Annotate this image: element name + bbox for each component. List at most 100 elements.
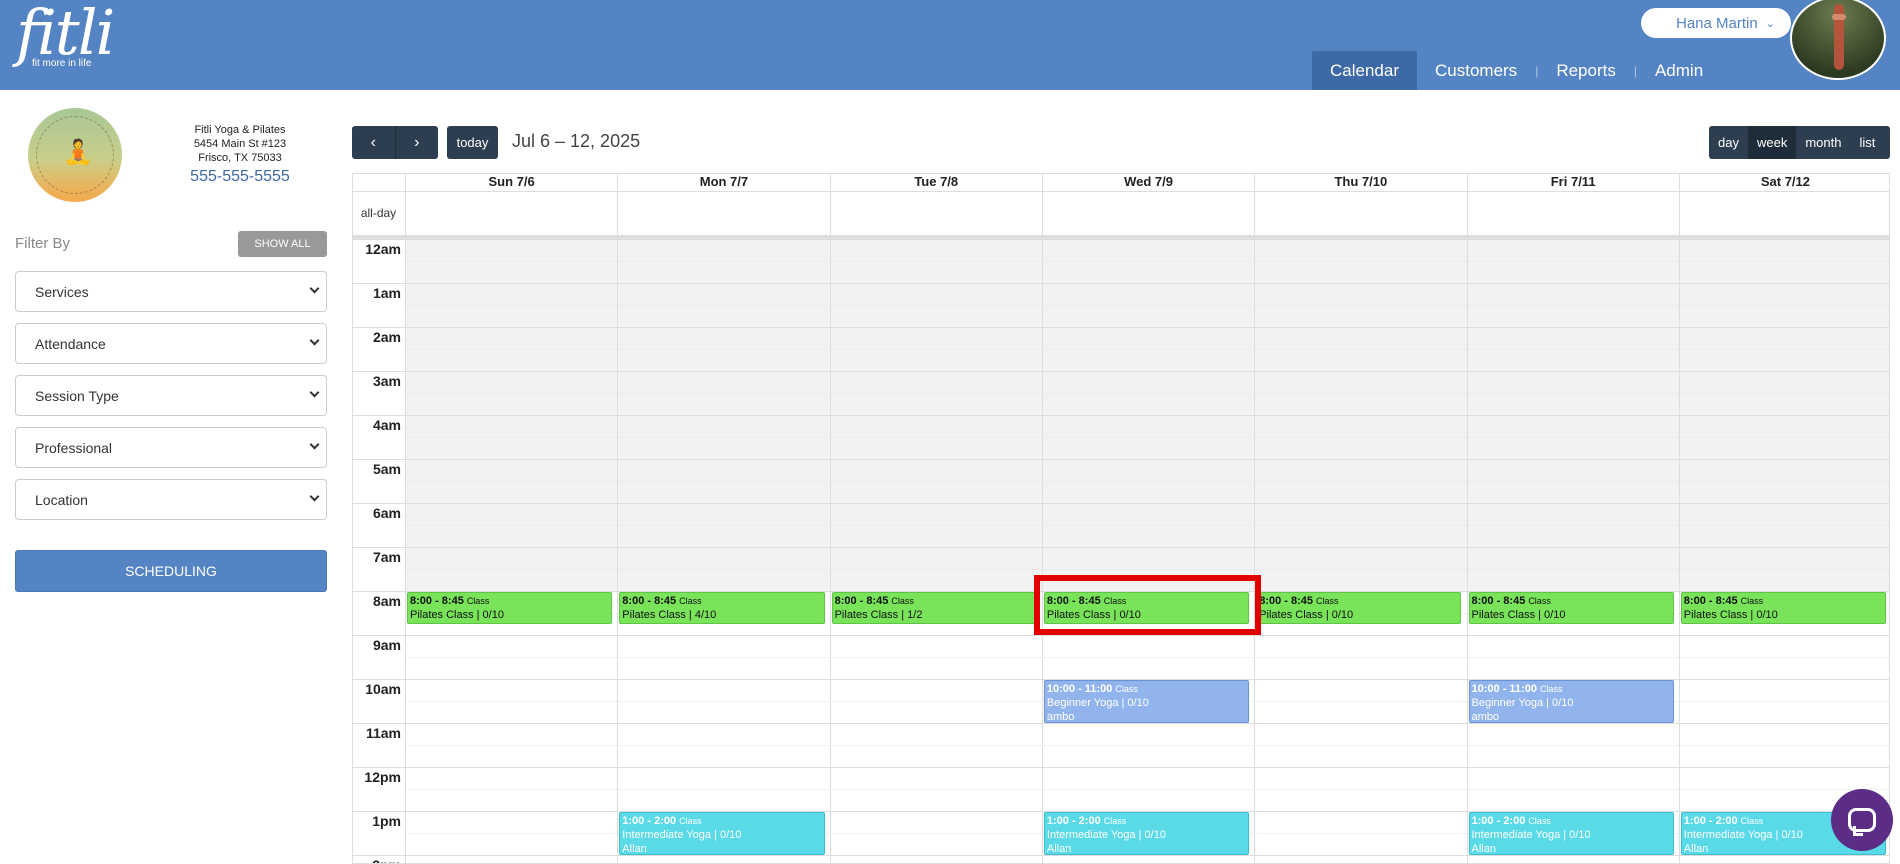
calendar-event[interactable]: 8:00 - 8:45 Class Pilates Class | 4/10 — [619, 592, 825, 624]
event-instructor: ambo — [1471, 711, 1500, 723]
calendar-event[interactable]: 1:00 - 2:00 Class Intermediate Yoga | 0/10… — [1043, 812, 1250, 855]
calendar-event[interactable]: 1:00 - 2:00 Class Intermediate Yoga | 0/10… — [619, 812, 825, 855]
services-select[interactable]: Services — [15, 271, 327, 312]
event-instructor: Allan — [622, 843, 647, 855]
event-kind: Class — [1528, 596, 1551, 606]
day-header[interactable]: Wed 7/9 — [1041, 174, 1254, 191]
prev-week-button[interactable]: ‹ — [352, 126, 395, 159]
all-day-label: all-day — [360, 206, 397, 220]
time-slot-label: 9am — [372, 637, 401, 653]
chat-support-button[interactable] — [1831, 789, 1893, 851]
day-header[interactable]: Tue 7/8 — [829, 174, 1042, 191]
calendar-event[interactable]: 8:00 - 8:45 Class Pilates Class | 0/10 — [1468, 592, 1674, 624]
calendar-event[interactable]: 10:00 - 11:00 Class Beginner Yoga | 0/10 am… — [1043, 680, 1250, 723]
logo-wordmark: fitli — [16, 0, 115, 69]
event-time: 8:00 - 8:45 — [622, 595, 677, 607]
nav-admin[interactable]: Admin — [1637, 51, 1721, 90]
event-time: 8:00 - 8:45 — [1683, 595, 1738, 607]
time-slot-label: 2pm — [353, 857, 401, 863]
event-title: Intermediate Yoga | 0/10 — [1471, 829, 1591, 841]
calendar-event[interactable]: 8:00 - 8:45 Class Pilates Class | 1/2 — [831, 592, 1037, 624]
calendar-event[interactable]: 10:00 - 11:00 Class Beginner Yoga | 0/10 am… — [1468, 680, 1674, 723]
event-kind: Class — [1740, 596, 1764, 606]
time-slot-label: 8am — [372, 593, 401, 609]
event-instructor: Allan — [1046, 843, 1072, 855]
event-time: 1:00 - 2:00 — [1046, 815, 1101, 827]
calendar-event[interactable]: 8:00 - 8:45 Class Pilates Class | 0/10 — [1256, 592, 1462, 624]
professional-select[interactable]: Professional — [15, 427, 327, 468]
event-title: Intermediate Yoga | 0/10 — [622, 829, 742, 841]
day-header[interactable]: Thu 7/10 — [1254, 174, 1466, 191]
time-slot-label: 12am — [365, 241, 401, 257]
business-phone[interactable]: 555-555-5555 — [160, 168, 320, 186]
attendance-select-value: Attendance — [35, 335, 106, 352]
event-kind: Class — [891, 596, 914, 606]
day-header[interactable]: Sun 7/6 — [405, 174, 617, 191]
event-kind: Class — [1103, 816, 1127, 826]
event-kind: Class — [1740, 816, 1764, 826]
event-time: 1:00 - 2:00 — [1471, 815, 1526, 827]
prev-next-group: ‹ › — [352, 126, 438, 159]
event-title: Intermediate Yoga | 0/10 — [1046, 829, 1166, 841]
event-time: 8:00 - 8:45 — [834, 595, 889, 607]
fitli-logo[interactable]: fitli fit more in life — [16, 0, 115, 70]
event-instructor: ambo — [1046, 711, 1075, 723]
scheduling-button[interactable]: SCHEDULING — [15, 550, 327, 592]
calendar-event[interactable]: 8:00 - 8:45 Class Pilates Class | 0/10 — [1680, 592, 1887, 624]
business-address-line1: 5454 Main St #123 — [193, 138, 287, 150]
chevron-down-icon: ⌄ — [1765, 17, 1775, 30]
nav-reports[interactable]: Reports — [1538, 51, 1634, 90]
nav-customers[interactable]: Customers — [1417, 51, 1535, 90]
user-name: Hana Martin — [1676, 14, 1758, 32]
view-week-button[interactable]: week — [1747, 126, 1797, 159]
event-kind: Class — [679, 816, 702, 826]
event-title: Pilates Class | 1/2 — [834, 609, 923, 621]
show-all-button[interactable]: SHOW ALL — [238, 231, 327, 257]
top-header: fitli fit more in life Hana Martin ⌄ Cal… — [0, 0, 1900, 90]
time-slot-label: 10am — [365, 681, 401, 697]
time-slot-label: 1pm — [372, 813, 401, 829]
day-header[interactable]: Mon 7/7 — [617, 174, 829, 191]
location-select-value: Location — [35, 491, 88, 508]
user-menu-button[interactable]: Hana Martin ⌄ — [1641, 8, 1791, 38]
view-switcher: day week month list — [1709, 126, 1890, 159]
professional-select-value: Professional — [35, 439, 113, 456]
time-slot-label: 2am — [372, 329, 401, 345]
event-title: Pilates Class | 4/10 — [622, 609, 717, 621]
event-title: Pilates Class | 0/10 — [1683, 609, 1778, 621]
main-nav: Calendar Customers | Reports | Admin — [1312, 51, 1721, 90]
event-time: 8:00 - 8:45 — [1471, 595, 1526, 607]
event-kind: Class — [1528, 816, 1551, 826]
day-header[interactable]: Sat 7/12 — [1678, 174, 1889, 191]
view-list-button[interactable]: list — [1850, 126, 1884, 159]
time-slot-label: 7am — [372, 549, 401, 565]
view-month-button[interactable]: month — [1796, 126, 1850, 159]
session-type-select[interactable]: Session Type — [15, 375, 327, 416]
event-time: 8:00 - 8:45 — [1259, 595, 1313, 607]
view-day-button[interactable]: day — [1709, 126, 1748, 159]
time-slot-label: 3am — [372, 373, 401, 389]
event-title: Pilates Class | 0/10 — [1471, 609, 1566, 621]
calendar-event[interactable]: 8:00 - 8:45 Class Pilates Class | 0/10 — [407, 592, 613, 624]
nav-calendar[interactable]: Calendar — [1312, 51, 1417, 90]
next-week-button[interactable]: › — [394, 126, 439, 159]
event-kind: Class — [1539, 684, 1563, 694]
chevron-down-icon — [309, 335, 320, 346]
event-kind: Class — [679, 596, 702, 606]
time-slot-label: 4am — [372, 417, 401, 433]
event-time: 8:00 - 8:45 — [410, 595, 464, 607]
calendar-event[interactable]: 1:00 - 2:00 Class Intermediate Yoga | 0/10… — [1468, 812, 1674, 855]
day-header[interactable]: Fri 7/11 — [1466, 174, 1679, 191]
today-button[interactable]: today — [447, 126, 498, 159]
time-slot-label: 12pm — [364, 769, 401, 785]
date-range-title: Jul 6 – 12, 2025 — [512, 131, 641, 151]
time-slot-label: 5am — [372, 461, 401, 477]
event-time: 10:00 - 11:00 — [1471, 683, 1537, 695]
location-select[interactable]: Location — [15, 479, 327, 520]
event-kind: Class — [1115, 684, 1138, 694]
event-title: Pilates Class | 0/10 — [1259, 609, 1354, 621]
avatar[interactable] — [1790, 0, 1886, 80]
chevron-down-icon — [309, 283, 320, 294]
event-time: 1:00 - 2:00 — [622, 815, 677, 827]
attendance-select[interactable]: Attendance — [15, 323, 327, 364]
